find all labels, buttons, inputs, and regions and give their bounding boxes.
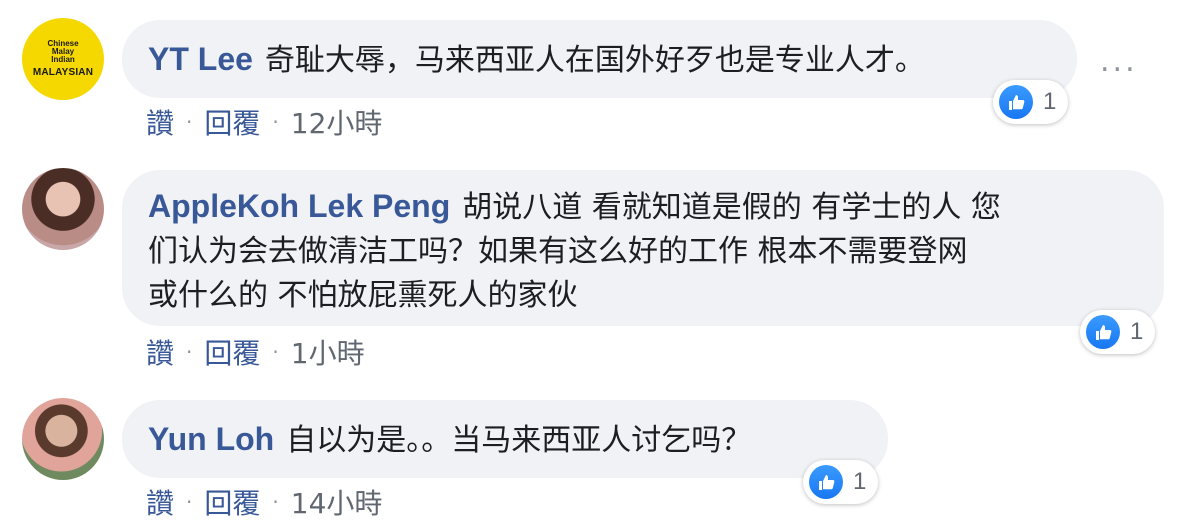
reaction-count-badge[interactable]: 1: [1080, 310, 1156, 354]
comment-text-line: 或什么的 不怕放屁熏死人的家伙: [148, 278, 578, 313]
like-link[interactable]: 讚: [146, 332, 174, 372]
avatar-text-line: Indian: [51, 55, 75, 65]
reply-link[interactable]: 回覆: [204, 102, 260, 142]
avatar[interactable]: [22, 168, 104, 250]
comment-actions: 讚 · 回覆 · 12小時: [146, 102, 382, 142]
timestamp[interactable]: 1小時: [291, 332, 365, 372]
avatar-text-line: MALAYSIAN: [32, 66, 94, 78]
separator-dot: ·: [186, 340, 193, 364]
reaction-count: 1: [1130, 318, 1144, 345]
avatar[interactable]: [22, 398, 104, 480]
reaction-count-badge[interactable]: 1: [993, 80, 1069, 124]
comment-text: 自以为是。。当马来西亚人讨乞吗？: [286, 423, 752, 458]
separator-dot: ·: [272, 490, 279, 514]
separator-dot: ·: [272, 340, 279, 364]
comment-bubble: Yun Loh 自以为是。。当马来西亚人讨乞吗？: [122, 400, 888, 478]
comment-actions: 讚 · 回覆 · 14小時: [146, 482, 382, 522]
author-name[interactable]: Yun Loh: [148, 421, 274, 457]
comment-bubble: AppleKoh Lek Peng 胡说八道 看就知道是假的 有学士的人 您 们认…: [122, 170, 1164, 326]
avatar[interactable]: Chinese Malay Indian MALAYSIAN: [22, 18, 104, 100]
reaction-count: 1: [853, 468, 867, 495]
reaction-count: 1: [1043, 88, 1057, 115]
comment-text-line: 们认为会去做清洁工吗？如果有这么好的工作 根本不需要登网: [148, 234, 968, 269]
reaction-count-badge[interactable]: 1: [803, 460, 879, 504]
like-thumb-icon: [809, 465, 843, 499]
like-link[interactable]: 讚: [146, 102, 174, 142]
separator-dot: ·: [186, 110, 193, 134]
separator-dot: ·: [186, 490, 193, 514]
comment-text: 奇耻大辱，马来西亚人在国外好歹也是专业人才。: [264, 43, 925, 78]
separator-dot: ·: [272, 110, 279, 134]
reply-link[interactable]: 回覆: [204, 482, 260, 522]
comment-text-line: 胡说八道 看就知道是假的 有学士的人 您: [462, 190, 1001, 225]
comment-actions: 讚 · 回覆 · 1小時: [146, 332, 365, 372]
author-name[interactable]: YT Lee: [148, 41, 253, 77]
more-options-icon[interactable]: ...: [1100, 47, 1138, 77]
timestamp[interactable]: 14小時: [291, 482, 383, 522]
like-thumb-icon: [1086, 315, 1120, 349]
timestamp[interactable]: 12小時: [291, 102, 383, 142]
like-thumb-icon: [999, 85, 1033, 119]
like-link[interactable]: 讚: [146, 482, 174, 522]
reply-link[interactable]: 回覆: [204, 332, 260, 372]
comment-bubble: YT Lee 奇耻大辱，马来西亚人在国外好歹也是专业人才。: [122, 20, 1077, 98]
author-name[interactable]: AppleKoh Lek Peng: [148, 188, 450, 224]
